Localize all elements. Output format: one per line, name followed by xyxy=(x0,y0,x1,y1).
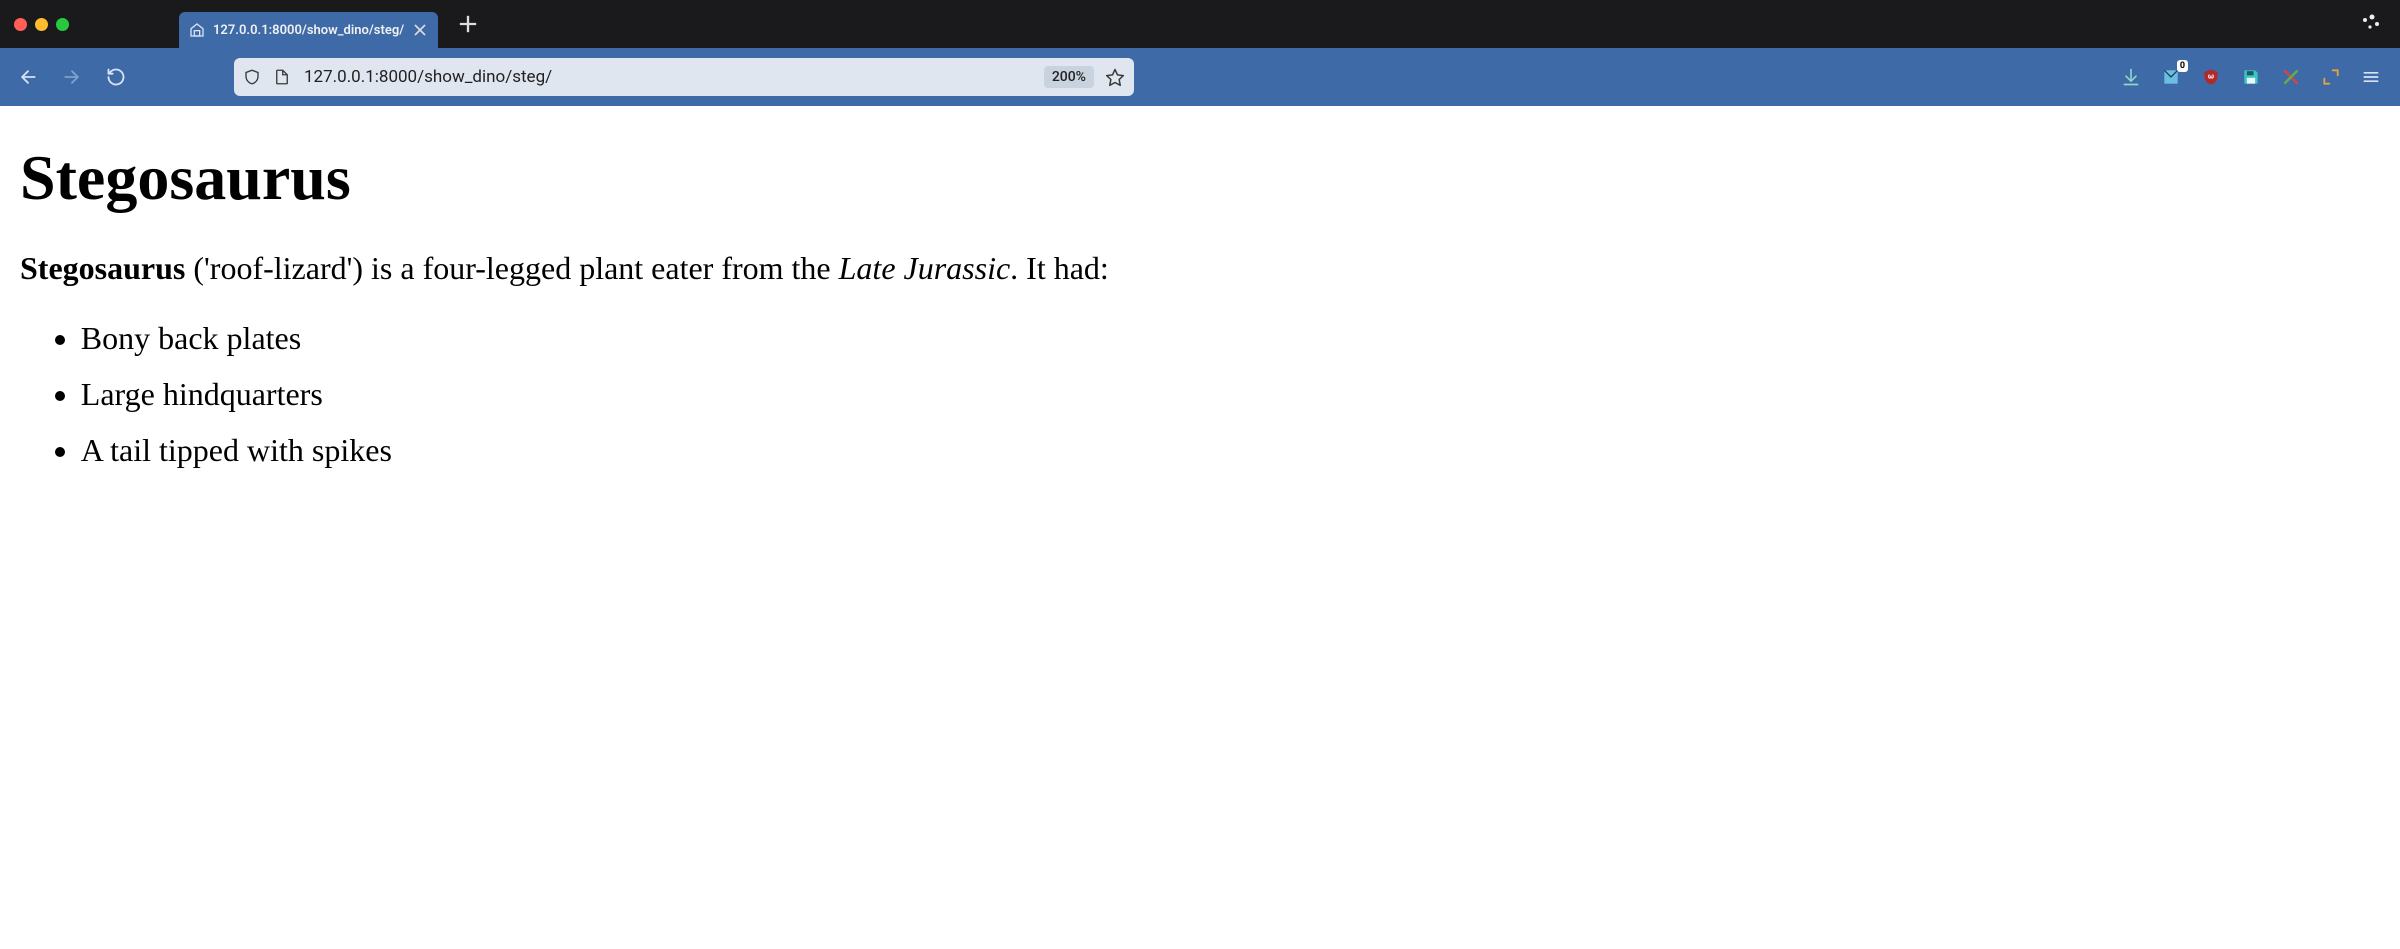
app-menu-button[interactable] xyxy=(2360,66,2382,88)
svg-text:ω: ω xyxy=(2208,72,2214,81)
bookmark-star-button[interactable] xyxy=(1104,66,1126,88)
x-extension-icon[interactable] xyxy=(2280,66,2302,88)
features-list: Bony back plates Large hindquarters A ta… xyxy=(20,310,2380,478)
browser-tab[interactable]: 127.0.0.1:8000/show_dino/steg/ xyxy=(179,12,438,48)
intro-name-bold: Stegosaurus xyxy=(20,250,185,286)
list-item: Large hindquarters xyxy=(81,366,2380,422)
loading-indicator-icon xyxy=(2358,10,2382,38)
expand-extension-icon[interactable] xyxy=(2320,66,2342,88)
window-minimize-button[interactable] xyxy=(35,18,48,31)
page-content: Stegosaurus Stegosaurus ('roof-lizard') … xyxy=(0,106,2400,949)
tab-close-button[interactable] xyxy=(412,22,428,38)
toolbar-extensions: 0 ω xyxy=(2120,66,2382,88)
shield-icon[interactable] xyxy=(242,67,262,87)
intro-text-1: ('roof-lizard') is a four-legged plant e… xyxy=(185,250,838,286)
window-controls xyxy=(14,18,69,31)
new-tab-button[interactable] xyxy=(454,10,482,38)
window-titlebar: 127.0.0.1:8000/show_dino/steg/ xyxy=(0,0,2400,48)
list-item: A tail tipped with spikes xyxy=(81,422,2380,478)
address-bar[interactable]: 200% xyxy=(234,58,1134,96)
url-input[interactable] xyxy=(302,66,1034,88)
inbox-extension-icon[interactable]: 0 xyxy=(2160,66,2182,88)
window-zoom-button[interactable] xyxy=(56,18,69,31)
tab-title: 127.0.0.1:8000/show_dino/steg/ xyxy=(213,23,404,38)
downloads-button[interactable] xyxy=(2120,66,2142,88)
page-heading: Stegosaurus xyxy=(20,141,2380,215)
intro-text-tail: . It had: xyxy=(1010,250,1109,286)
browser-toolbar: 200% 0 ω xyxy=(0,48,2400,106)
save-extension-icon[interactable] xyxy=(2240,66,2262,88)
forward-button[interactable] xyxy=(56,61,88,93)
inbox-badge: 0 xyxy=(2177,60,2188,72)
list-item: Bony back plates xyxy=(81,310,2380,366)
zoom-level-badge[interactable]: 200% xyxy=(1044,66,1094,88)
tab-favicon-icon xyxy=(189,22,205,38)
page-info-icon[interactable] xyxy=(272,67,292,87)
intro-paragraph: Stegosaurus ('roof-lizard') is a four-le… xyxy=(20,247,2380,290)
back-button[interactable] xyxy=(12,61,44,93)
window-close-button[interactable] xyxy=(14,18,27,31)
reload-button[interactable] xyxy=(100,61,132,93)
ublock-extension-icon[interactable]: ω xyxy=(2200,66,2222,88)
intro-era-italic: Late Jurassic xyxy=(839,250,1011,286)
